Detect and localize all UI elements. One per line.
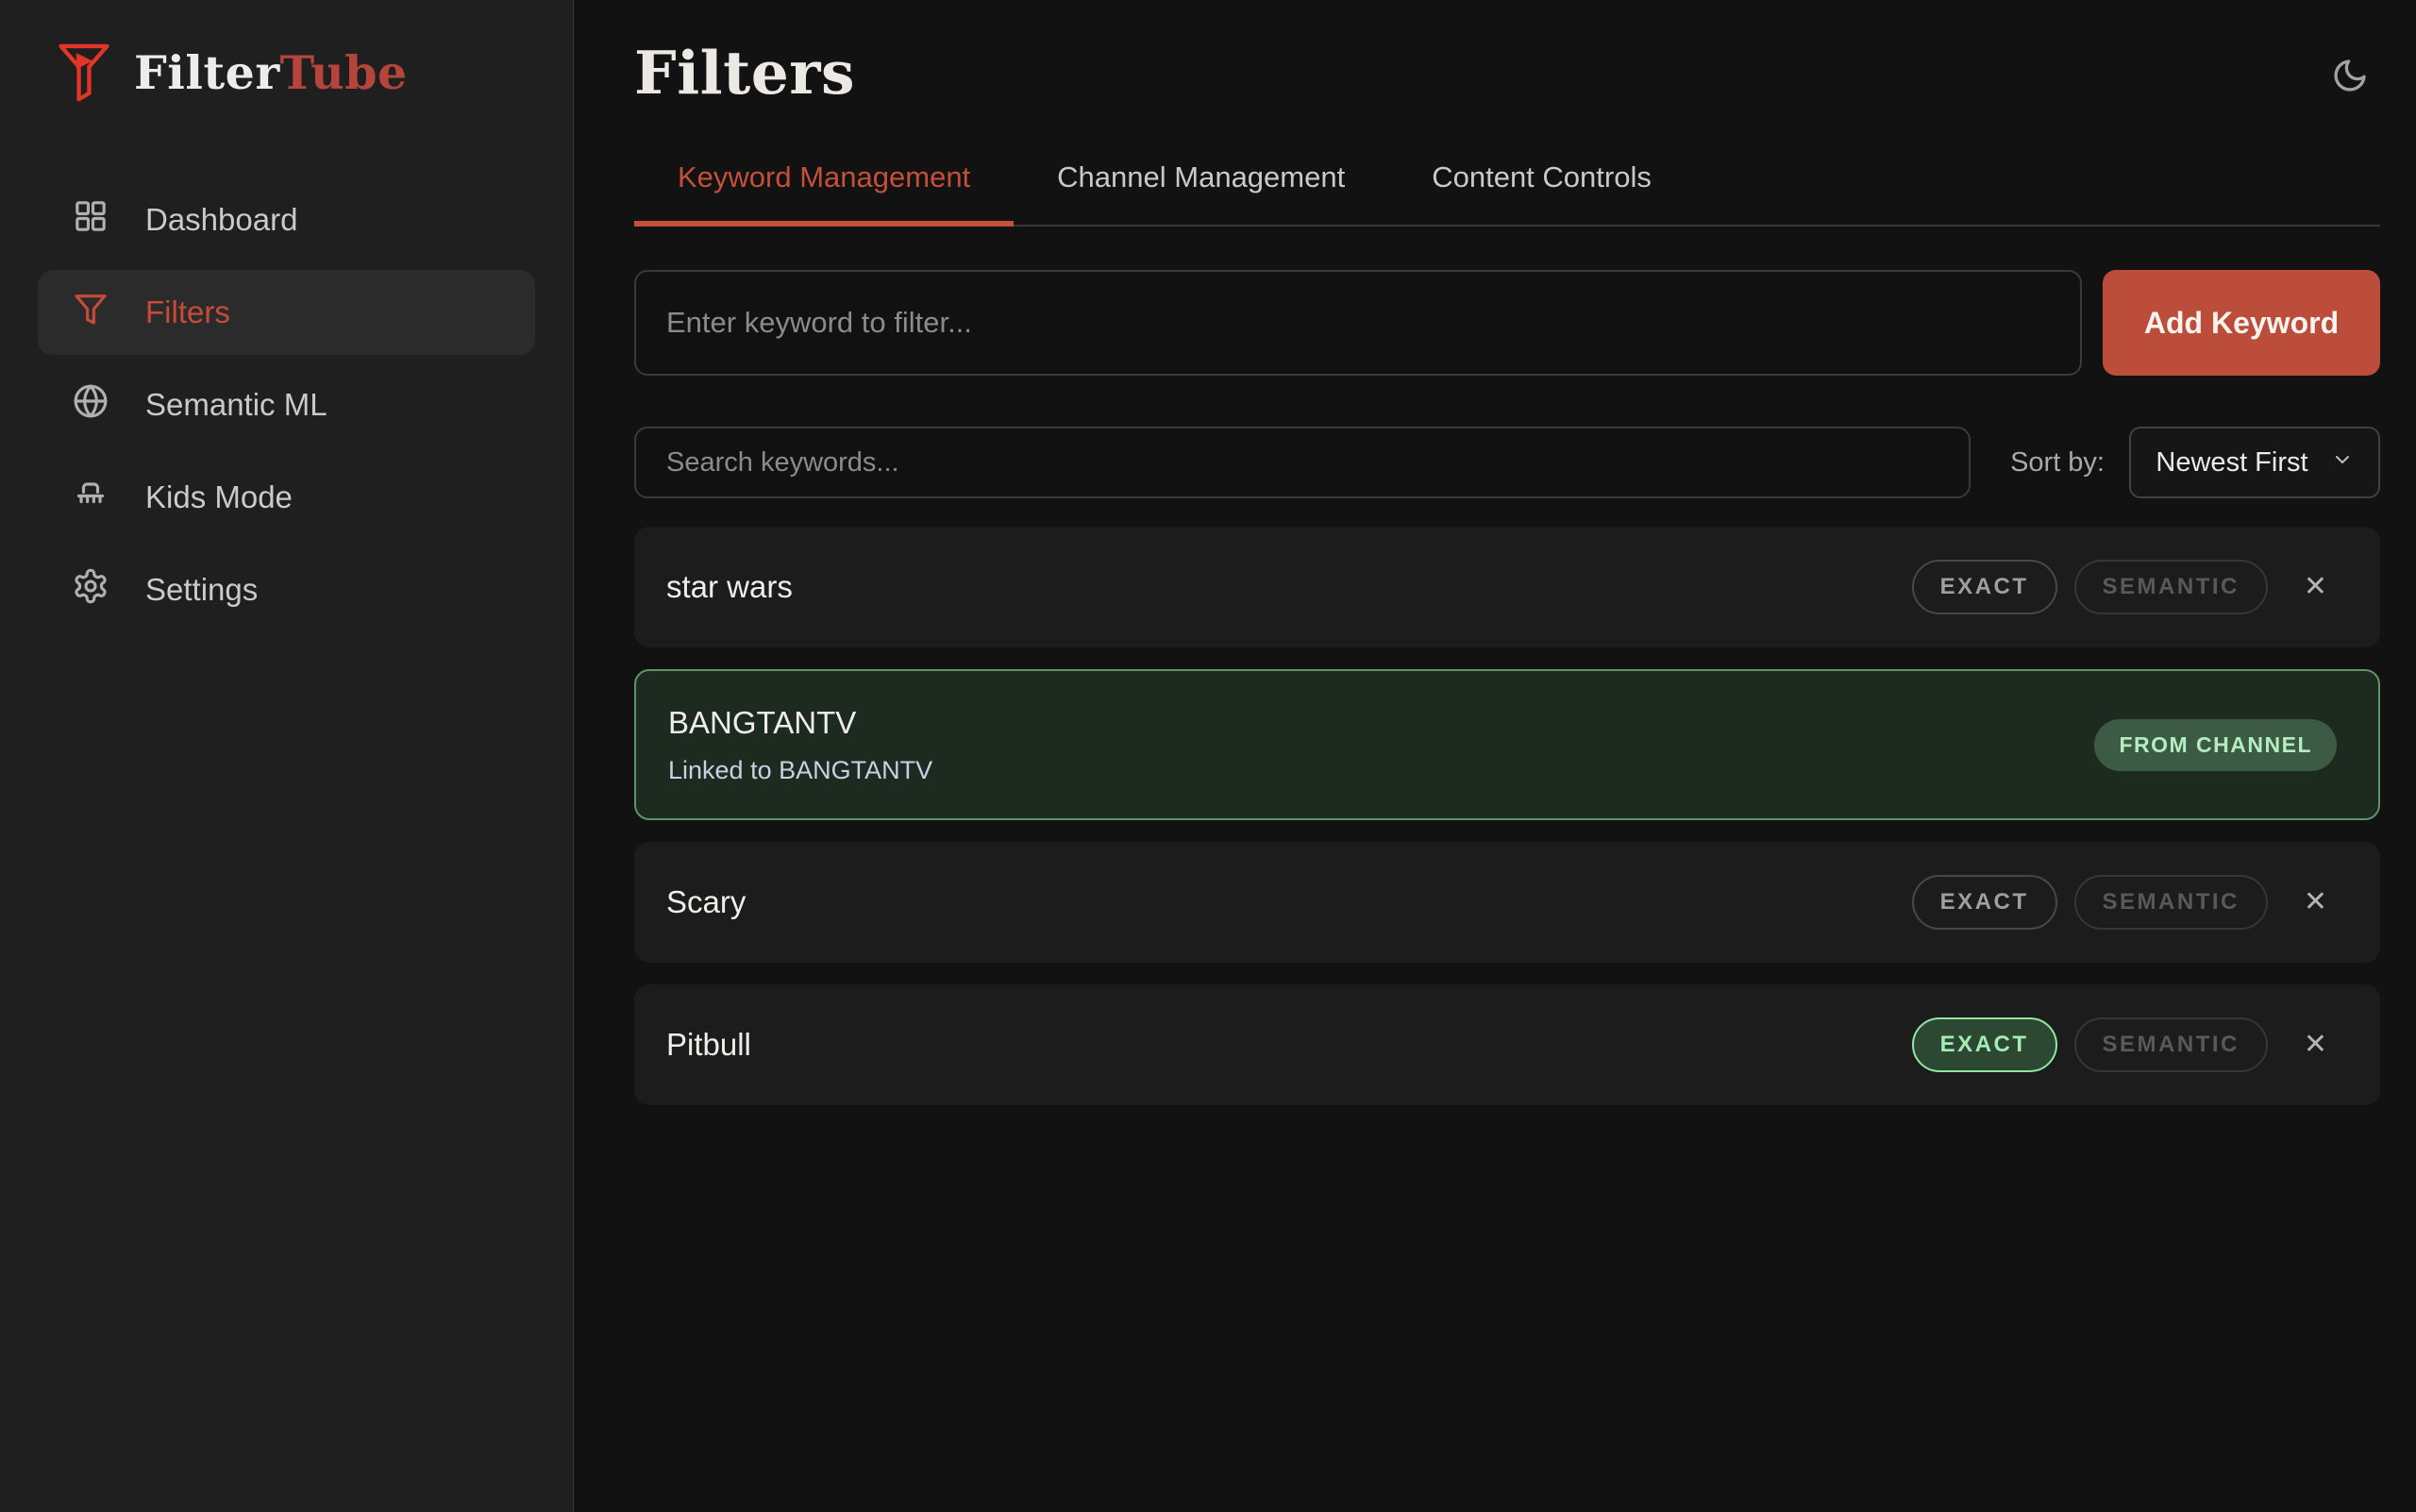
sidebar-nav: Dashboard Filters Sema: [38, 177, 535, 632]
exact-badge[interactable]: EXACT: [1912, 560, 2057, 614]
sidebar-item-label: Semantic ML: [145, 387, 327, 423]
tabs: Keyword Management Channel Management Co…: [634, 136, 2380, 227]
main-content: Filters Keyword Management Channel Manag…: [574, 0, 2416, 1512]
kids-icon: [72, 475, 109, 520]
main-header: Filters: [634, 38, 2380, 108]
sort-by-label: Sort by:: [2010, 447, 2105, 479]
brand-first: Filter: [134, 45, 280, 100]
sidebar-item-label: Kids Mode: [145, 479, 293, 515]
add-keyword-toolbar: Add Keyword: [634, 270, 2380, 376]
semantic-badge[interactable]: SEMANTIC: [2074, 875, 2268, 930]
keyword-row: Pitbull EXACT SEMANTIC ✕: [634, 984, 2380, 1105]
gear-icon: [72, 567, 109, 613]
logo: FilterTube: [38, 42, 535, 104]
sort-select-value: Newest First: [2156, 447, 2307, 479]
keyword-row-channel: BANGTANTV Linked to BANGTANTV FROM CHANN…: [634, 669, 2380, 820]
exact-badge[interactable]: EXACT: [1912, 875, 2057, 930]
keyword-list: star wars EXACT SEMANTIC ✕ BANGTANTV Lin…: [634, 527, 2380, 1105]
funnel-icon: [72, 290, 109, 335]
sidebar-item-semantic-ml[interactable]: Semantic ML: [38, 362, 535, 447]
sidebar-item-label: Dashboard: [145, 202, 297, 238]
tab-content-controls[interactable]: Content Controls: [1388, 136, 1695, 227]
keyword-text: Scary: [666, 884, 746, 920]
keyword-text: Pitbull: [666, 1027, 751, 1063]
tab-channel-management[interactable]: Channel Management: [1014, 136, 1388, 227]
keyword-row: star wars EXACT SEMANTIC ✕: [634, 527, 2380, 647]
sidebar-item-dashboard[interactable]: Dashboard: [38, 177, 535, 262]
globe-icon: [72, 382, 109, 428]
keyword-input[interactable]: [634, 270, 2082, 376]
sidebar-item-label: Settings: [145, 572, 258, 608]
logo-funnel-icon: [57, 42, 111, 104]
brand-wordmark: FilterTube: [134, 45, 408, 100]
sidebar-item-label: Filters: [145, 294, 230, 330]
keyword-text: BANGTANTV: [668, 705, 932, 741]
grid-icon: [72, 197, 109, 243]
moon-icon: [2331, 83, 2369, 97]
semantic-badge[interactable]: SEMANTIC: [2074, 1017, 2268, 1072]
app-root: FilterTube Dashboard Filters: [0, 0, 2416, 1512]
sidebar-item-settings[interactable]: Settings: [38, 547, 535, 632]
remove-keyword-button[interactable]: ✕: [2304, 1031, 2327, 1059]
sort-select[interactable]: Newest First: [2129, 427, 2380, 498]
keyword-subtitle: Linked to BANGTANTV: [668, 756, 932, 785]
tab-keyword-management[interactable]: Keyword Management: [634, 136, 1014, 227]
add-keyword-button[interactable]: Add Keyword: [2103, 270, 2380, 376]
page-title: Filters: [634, 38, 855, 108]
keyword-text: star wars: [666, 569, 793, 605]
theme-toggle-button[interactable]: [2325, 51, 2374, 103]
sidebar-item-kids-mode[interactable]: Kids Mode: [38, 455, 535, 540]
search-input[interactable]: [634, 427, 1971, 498]
exact-badge-active[interactable]: EXACT: [1912, 1017, 2057, 1072]
keyword-row: Scary EXACT SEMANTIC ✕: [634, 842, 2380, 963]
sidebar: FilterTube Dashboard Filters: [0, 0, 574, 1512]
from-channel-badge: FROM CHANNEL: [2094, 719, 2337, 771]
brand-second: Tube: [280, 45, 408, 100]
sidebar-item-filters[interactable]: Filters: [38, 270, 535, 355]
semantic-badge[interactable]: SEMANTIC: [2074, 560, 2268, 614]
remove-keyword-button[interactable]: ✕: [2304, 888, 2327, 916]
search-row: Sort by: Newest First: [634, 427, 2380, 498]
chevron-down-icon: [2331, 447, 2354, 479]
remove-keyword-button[interactable]: ✕: [2304, 573, 2327, 601]
